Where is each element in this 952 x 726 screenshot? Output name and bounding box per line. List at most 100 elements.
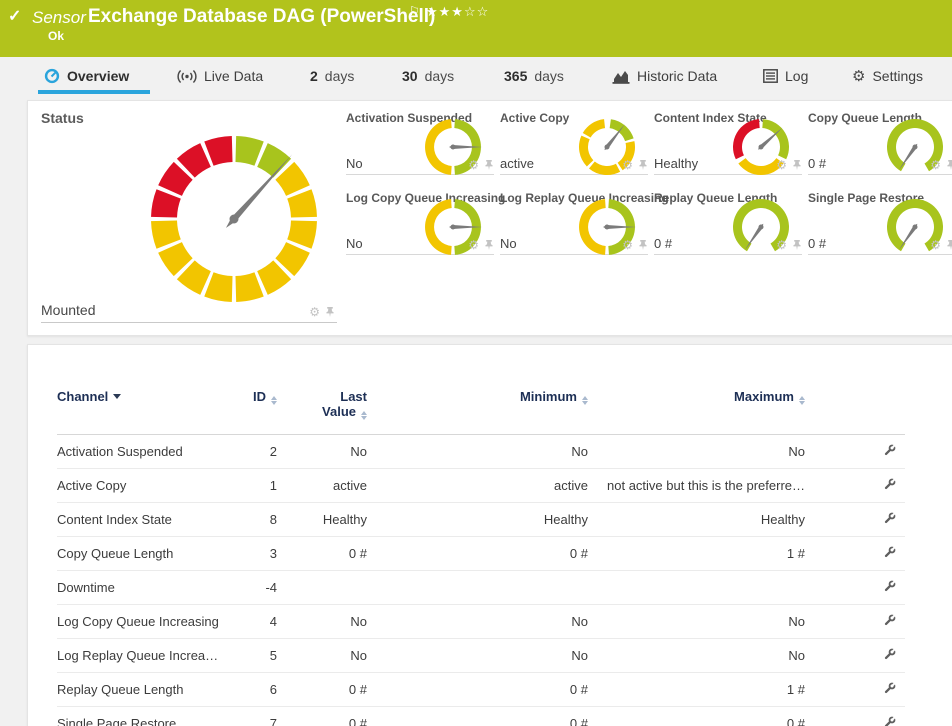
gauge-pin-icon[interactable] xyxy=(638,240,648,251)
tab-settings[interactable]: ⚙ Settings xyxy=(852,68,923,84)
table-row[interactable]: Single Page Restore 7 0 # 0 # 0 # xyxy=(57,707,905,726)
gauge-actions: ⚙ xyxy=(776,239,802,251)
gauge-actions: ⚙ xyxy=(622,239,648,251)
primary-channel-gauge xyxy=(144,129,324,309)
edit-channel-wrench-icon[interactable] xyxy=(882,715,897,726)
table-row[interactable]: Activation Suspended 2 No No No xyxy=(57,435,905,469)
edit-channel-wrench-icon[interactable] xyxy=(882,647,897,665)
overview-gauges-panel: Status Mounted ⚙ Activation Suspended No… xyxy=(27,100,952,336)
sort-desc-icon xyxy=(113,394,121,399)
tab-2-days[interactable]: 2 days xyxy=(310,68,354,84)
gauge-settings-gear-icon[interactable]: ⚙ xyxy=(930,159,941,171)
channel-name: Log Copy Queue Increasing xyxy=(57,605,247,639)
tab-historic-data-label: Historic Data xyxy=(637,68,717,84)
priority-stars[interactable]: ★★★☆☆ xyxy=(426,5,489,20)
column-header-id[interactable]: ID xyxy=(247,385,277,435)
channel-minimum: No xyxy=(367,605,588,639)
edit-channel-wrench-icon[interactable] xyxy=(882,443,897,461)
tab-2-days-number: 2 xyxy=(310,68,318,84)
channel-id: 5 xyxy=(247,639,277,673)
channel-maximum: 1 # xyxy=(588,537,805,571)
favorite-flag-icon[interactable]: ⚐ xyxy=(409,4,420,18)
gauge-settings-gear-icon[interactable]: ⚙ xyxy=(776,239,787,251)
gauge-settings-gear-icon[interactable]: ⚙ xyxy=(622,239,633,251)
tab-live-data-label: Live Data xyxy=(204,68,263,84)
table-row[interactable]: Replay Queue Length 6 0 # 0 # 1 # xyxy=(57,673,905,707)
channel-minimum: 0 # xyxy=(367,537,588,571)
channel-tile-copy-queue-length[interactable]: Copy Queue Length 0 # ⚙ xyxy=(808,111,952,175)
gauge-settings-gear-icon[interactable]: ⚙ xyxy=(309,306,320,318)
tab-365-days-number: 365 xyxy=(504,68,527,84)
channel-last-value: No xyxy=(277,435,367,469)
tile-value: No xyxy=(346,236,363,251)
channel-maximum: No xyxy=(588,435,805,469)
edit-channel-wrench-icon[interactable] xyxy=(882,579,897,597)
channel-tile-content-index-state[interactable]: Content Index State Healthy ⚙ xyxy=(654,111,802,175)
column-header-channel[interactable]: Channel xyxy=(57,385,247,435)
table-row[interactable]: Active Copy 1 active active not active b… xyxy=(57,469,905,503)
channel-maximum: 1 # xyxy=(588,673,805,707)
column-header-last-value[interactable]: LastValue xyxy=(277,385,367,435)
tile-value: 0 # xyxy=(808,156,826,171)
gauge-settings-gear-icon[interactable]: ⚙ xyxy=(622,159,633,171)
gauge-pin-icon[interactable] xyxy=(792,160,802,171)
tab-live-data[interactable]: Live Data xyxy=(177,68,263,84)
channel-name: Replay Queue Length xyxy=(57,673,247,707)
tile-value: 0 # xyxy=(808,236,826,251)
table-row[interactable]: Content Index State 8 Healthy Healthy He… xyxy=(57,503,905,537)
column-header-minimum[interactable]: Minimum xyxy=(367,385,588,435)
table-row[interactable]: Log Copy Queue Increasing 4 No No No xyxy=(57,605,905,639)
table-row[interactable]: Downtime -4 xyxy=(57,571,905,605)
sort-icon xyxy=(582,396,588,405)
tab-historic-data[interactable]: Historic Data xyxy=(612,68,717,84)
edit-channel-wrench-icon[interactable] xyxy=(882,511,897,529)
channel-tile-log-replay-queue-increasing[interactable]: Log Replay Queue Increasing No ⚙ xyxy=(500,191,648,255)
channel-minimum: 0 # xyxy=(367,707,588,726)
gauge-pin-icon[interactable] xyxy=(325,307,335,318)
channel-minimum: Healthy xyxy=(367,503,588,537)
channel-tile-log-copy-queue-increasing[interactable]: Log Copy Queue Increasing No ⚙ xyxy=(346,191,494,255)
gauge-settings-gear-icon[interactable]: ⚙ xyxy=(776,159,787,171)
column-header-maximum[interactable]: Maximum xyxy=(588,385,805,435)
tab-log[interactable]: Log xyxy=(763,68,808,84)
tab-overview[interactable]: Overview xyxy=(44,68,129,84)
table-row[interactable]: Log Replay Queue Increa… 5 No No No xyxy=(57,639,905,673)
sensor-status-banner: ✓ Sensor Exchange Database DAG (PowerShe… xyxy=(0,0,952,57)
primary-channel-block[interactable]: Status Mounted ⚙ xyxy=(41,110,337,323)
channel-name: Copy Queue Length xyxy=(57,537,247,571)
channel-tile-active-copy[interactable]: Active Copy active ⚙ xyxy=(500,111,648,175)
gauge-actions: ⚙ xyxy=(309,306,335,318)
gauge-settings-gear-icon[interactable]: ⚙ xyxy=(468,159,479,171)
column-header-last-label: Last xyxy=(340,389,367,404)
channel-tile-replay-queue-length[interactable]: Replay Queue Length 0 # ⚙ xyxy=(654,191,802,255)
channel-name: Content Index State xyxy=(57,503,247,537)
gauge-actions: ⚙ xyxy=(468,239,494,251)
gauge-settings-gear-icon[interactable]: ⚙ xyxy=(930,239,941,251)
channel-minimum: 0 # xyxy=(367,673,588,707)
gauge-settings-gear-icon[interactable]: ⚙ xyxy=(468,239,479,251)
edit-channel-wrench-icon[interactable] xyxy=(882,613,897,631)
gauge-pin-icon[interactable] xyxy=(484,240,494,251)
channel-tile-single-page-restore[interactable]: Single Page Restore 0 # ⚙ xyxy=(808,191,952,255)
gauge-pin-icon[interactable] xyxy=(638,160,648,171)
edit-channel-wrench-icon[interactable] xyxy=(882,477,897,495)
stars-filled: ★★★ xyxy=(426,5,464,20)
gauge-pin-icon[interactable] xyxy=(484,160,494,171)
channel-last-value: 0 # xyxy=(277,673,367,707)
gauge-pin-icon[interactable] xyxy=(946,160,952,171)
channel-tile-activation-suspended[interactable]: Activation Suspended No ⚙ xyxy=(346,111,494,175)
live-signal-icon xyxy=(177,69,197,84)
tab-30-days[interactable]: 30 days xyxy=(402,68,454,84)
tab-365-days[interactable]: 365 days xyxy=(504,68,564,84)
gauge-actions: ⚙ xyxy=(468,159,494,171)
channel-maximum: No xyxy=(588,605,805,639)
edit-channel-wrench-icon[interactable] xyxy=(882,681,897,699)
channel-last-value: No xyxy=(277,605,367,639)
tile-label: Active Copy xyxy=(500,111,569,125)
table-header-row: Channel ID LastValue Minimum Maximum xyxy=(57,385,905,435)
edit-channel-wrench-icon[interactable] xyxy=(882,545,897,563)
gauge-pin-icon[interactable] xyxy=(946,240,952,251)
tab-365-days-label: days xyxy=(534,68,564,84)
table-row[interactable]: Copy Queue Length 3 0 # 0 # 1 # xyxy=(57,537,905,571)
gauge-pin-icon[interactable] xyxy=(792,240,802,251)
